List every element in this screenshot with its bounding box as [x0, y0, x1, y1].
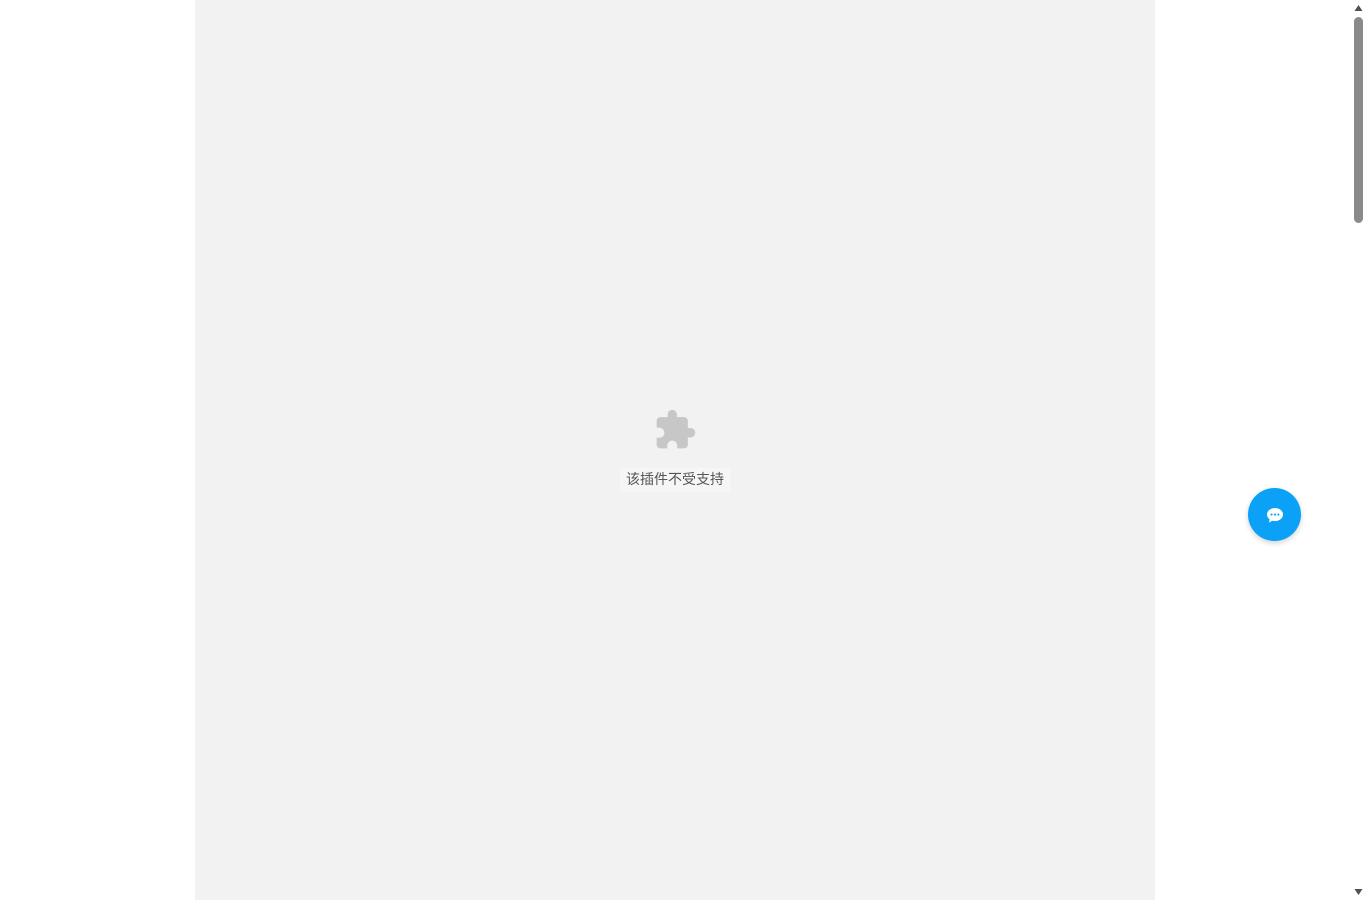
unsupported-plugin-frame: 该插件不受支持: [195, 0, 1155, 900]
vertical-scrollbar[interactable]: [1351, 0, 1366, 900]
scrollbar-thumb[interactable]: [1354, 17, 1363, 223]
chat-button[interactable]: [1248, 488, 1301, 541]
scroll-up-arrow-icon[interactable]: [1354, 4, 1363, 12]
page: 该插件不受支持: [0, 0, 1366, 900]
plugin-placeholder: 该插件不受支持: [195, 408, 1155, 492]
scroll-down-arrow-icon[interactable]: [1354, 888, 1363, 896]
puzzle-piece-icon: [656, 409, 696, 449]
chat-bubble-icon: [1266, 507, 1283, 522]
plugin-unsupported-message: 该插件不受支持: [620, 468, 730, 492]
